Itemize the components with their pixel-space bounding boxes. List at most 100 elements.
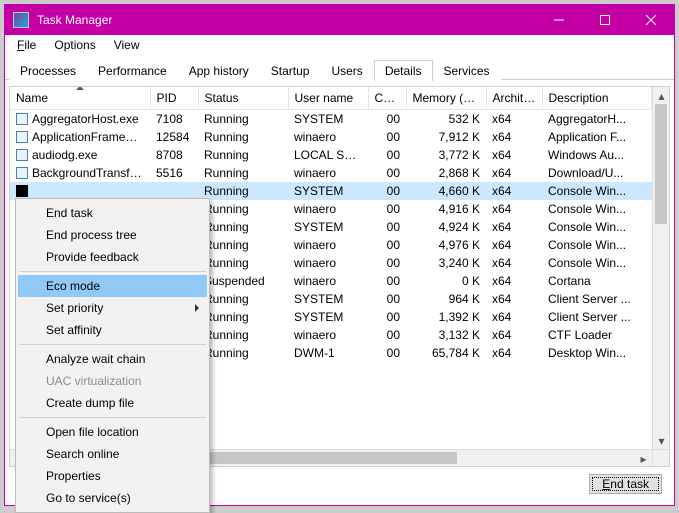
cell-status: Suspended [198, 272, 288, 290]
col-cpu[interactable]: CPU [368, 87, 406, 110]
ctx-set-priority[interactable]: Set priority [18, 297, 207, 319]
table-row[interactable]: BackgroundTransfer...5516Runningwinaero0… [10, 164, 652, 182]
ctx-create-dump-file[interactable]: Create dump file [18, 392, 207, 414]
tab-startup[interactable]: Startup [260, 60, 321, 81]
vertical-scrollbar[interactable]: ▴ ▾ [652, 87, 669, 449]
cell-arch: x64 [486, 200, 542, 218]
ctx-separator [19, 271, 206, 272]
ctx-end-process-tree[interactable]: End process tree [18, 224, 207, 246]
cell-status: Running [198, 200, 288, 218]
column-header-row: Name PID Status User name CPU Memory (a.… [10, 87, 652, 110]
cell-cpu: 00 [368, 254, 406, 272]
cell-user: SYSTEM [288, 218, 368, 236]
cell-mem: 4,976 K [406, 236, 486, 254]
cell-user: winaero [288, 254, 368, 272]
cell-desc: Client Server ... [542, 290, 652, 308]
menu-options[interactable]: Options [46, 36, 103, 54]
chevron-right-icon [195, 304, 199, 312]
ctx-properties[interactable]: Properties [18, 465, 207, 487]
col-pid[interactable]: PID [150, 87, 198, 110]
tab-app-history[interactable]: App history [178, 60, 260, 81]
table-row[interactable]: ApplicationFrameHo...12584Runningwinaero… [10, 128, 652, 146]
cell-cpu: 00 [368, 218, 406, 236]
cell-user: SYSTEM [288, 182, 368, 200]
tab-details[interactable]: Details [374, 60, 433, 81]
ctx-provide-feedback[interactable]: Provide feedback [18, 246, 207, 268]
ctx-end-task[interactable]: End task [18, 202, 207, 224]
process-icon [16, 131, 28, 143]
process-icon [16, 149, 28, 161]
process-icon [16, 113, 28, 125]
minimize-icon [554, 15, 564, 25]
cell-arch: x64 [486, 218, 542, 236]
col-status[interactable]: Status [198, 87, 288, 110]
cell-cpu: 00 [368, 128, 406, 146]
cell-desc: CTF Loader [542, 326, 652, 344]
ctx-open-file-location[interactable]: Open file location [18, 421, 207, 443]
col-user[interactable]: User name [288, 87, 368, 110]
cell-desc: Console Win... [542, 200, 652, 218]
table-row[interactable]: RunningSYSTEM004,660 Kx64Console Win... [10, 182, 652, 200]
cell-cpu: 00 [368, 182, 406, 200]
cell-arch: x64 [486, 164, 542, 182]
cell-cpu: 00 [368, 308, 406, 326]
cell-desc: Console Win... [542, 254, 652, 272]
col-name[interactable]: Name [10, 87, 150, 110]
col-architecture[interactable]: Archite... [486, 87, 542, 110]
table-row[interactable]: AggregatorHost.exe7108RunningSYSTEM00532… [10, 110, 652, 128]
end-task-button[interactable]: End task [589, 474, 662, 494]
cell-arch: x64 [486, 290, 542, 308]
cell-mem: 4,924 K [406, 218, 486, 236]
tab-users[interactable]: Users [320, 60, 373, 81]
cell-arch: x64 [486, 272, 542, 290]
cell-desc: Desktop Win... [542, 344, 652, 362]
cell-mem: 4,660 K [406, 182, 486, 200]
cell-user: winaero [288, 200, 368, 218]
cell-arch: x64 [486, 344, 542, 362]
cell-arch: x64 [486, 326, 542, 344]
vscroll-thumb[interactable] [655, 104, 667, 224]
tab-services[interactable]: Services [433, 60, 501, 81]
cell-desc: Application F... [542, 128, 652, 146]
menu-file[interactable]: File [9, 36, 44, 54]
ctx-eco-mode[interactable]: Eco mode [18, 275, 207, 297]
cell-status: Running [198, 128, 288, 146]
scroll-down-icon[interactable]: ▾ [653, 432, 670, 449]
cell-desc: Client Server ... [542, 308, 652, 326]
titlebar[interactable]: Task Manager [5, 5, 674, 35]
cell-desc: Console Win... [542, 218, 652, 236]
cell-status: Running [198, 164, 288, 182]
ctx-separator [19, 344, 206, 345]
ctx-analyze-wait-chain[interactable]: Analyze wait chain [18, 348, 207, 370]
close-button[interactable] [628, 5, 674, 35]
cell-mem: 3,772 K [406, 146, 486, 164]
tab-performance[interactable]: Performance [87, 60, 178, 81]
cell-status: Running [198, 344, 288, 362]
cell-mem: 4,916 K [406, 200, 486, 218]
table-row[interactable]: audiodg.exe8708RunningLOCAL SE...003,772… [10, 146, 652, 164]
cell-desc: Console Win... [542, 182, 652, 200]
cell-desc: Windows Au... [542, 146, 652, 164]
cell-cpu: 00 [368, 164, 406, 182]
col-memory[interactable]: Memory (a... [406, 87, 486, 110]
cell-cpu: 00 [368, 236, 406, 254]
process-icon [16, 167, 28, 179]
cell-cpu: 00 [368, 146, 406, 164]
ctx-search-online[interactable]: Search online [18, 443, 207, 465]
tabstrip: ProcessesPerformanceApp historyStartupUs… [5, 55, 674, 80]
app-icon [13, 12, 29, 28]
cell-user: winaero [288, 236, 368, 254]
scroll-up-icon[interactable]: ▴ [653, 87, 670, 104]
tab-processes[interactable]: Processes [9, 60, 87, 81]
cell-user: SYSTEM [288, 110, 368, 128]
cell-mem: 0 K [406, 272, 486, 290]
cell-status: Running [198, 110, 288, 128]
ctx-go-to-services[interactable]: Go to service(s) [18, 487, 207, 509]
ctx-set-affinity[interactable]: Set affinity [18, 319, 207, 341]
scroll-right-icon[interactable]: ▸ [635, 450, 652, 467]
menu-view[interactable]: View [106, 36, 148, 54]
col-description[interactable]: Description [542, 87, 652, 110]
cell-name: audiodg.exe [10, 146, 150, 164]
minimize-button[interactable] [536, 5, 582, 35]
maximize-button[interactable] [582, 5, 628, 35]
